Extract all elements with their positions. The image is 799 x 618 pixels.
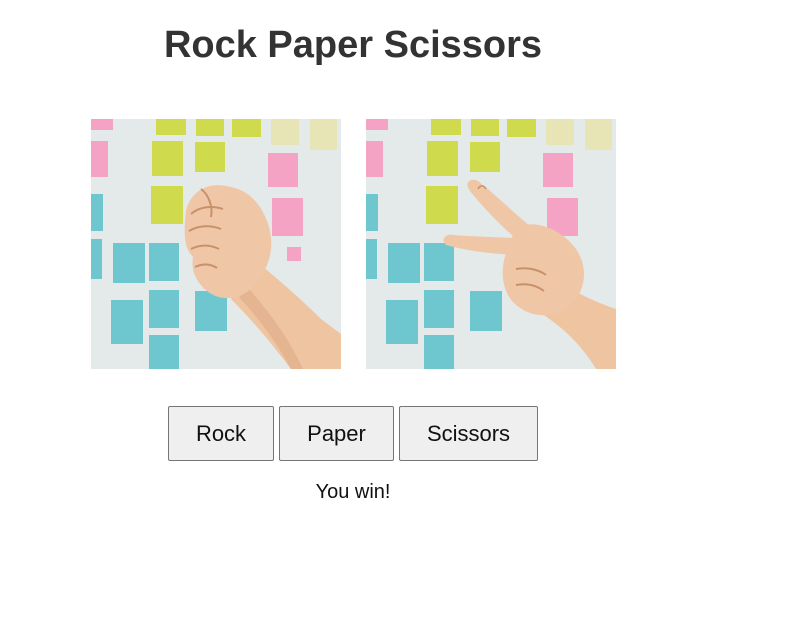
result-message: You win! xyxy=(315,481,391,503)
scissors-hand-image xyxy=(366,119,616,369)
page-title: Rock Paper Scissors xyxy=(163,24,543,66)
scissors-button[interactable]: Scissors xyxy=(399,406,538,461)
paper-button[interactable]: Paper xyxy=(279,406,394,461)
rock-hand-image xyxy=(91,119,341,369)
rock-button[interactable]: Rock xyxy=(168,406,274,461)
